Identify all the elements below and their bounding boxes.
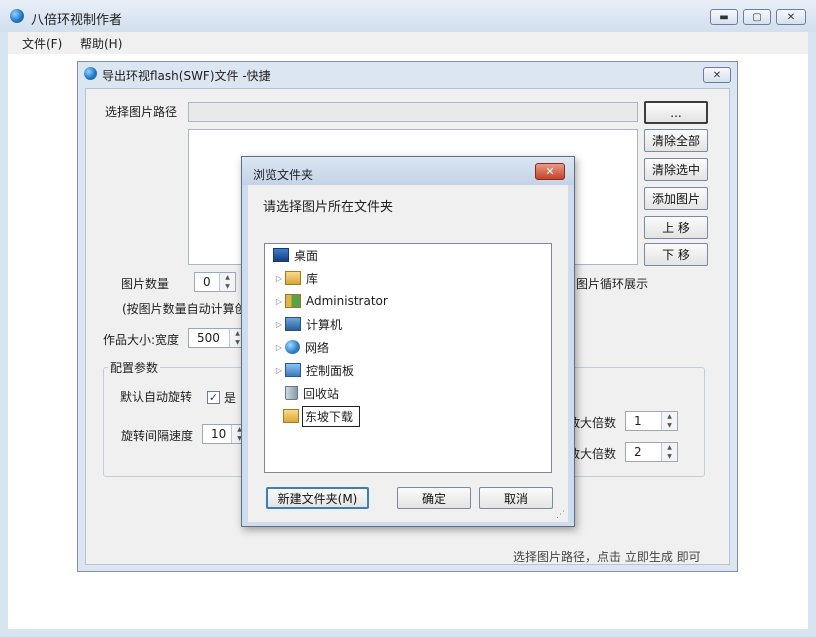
path-input[interactable] [188,102,638,122]
image-count-label: 图片数量 [121,277,170,291]
clear-selected-button[interactable]: 清除选中 [644,158,708,181]
zoom-stepper-1[interactable]: 1 ▲ ▼ [625,411,678,431]
tree-label-control-panel: 控制面板 [306,363,355,378]
zoom-arrows-1[interactable]: ▲ ▼ [661,412,677,430]
zoom-label-2: 放大倍数 [568,447,617,461]
tree-item-recycle-bin[interactable]: 回收站 [285,382,339,404]
zoom-label-1: 放大倍数 [568,416,617,430]
zoom-value-2: 2 [634,445,642,459]
minimize-button[interactable]: ▬ [710,9,738,25]
app-title: 八倍环视制作者 [31,13,123,28]
new-folder-button[interactable]: 新建文件夹(M) [266,487,369,509]
tree-item-library[interactable]: ▷ 库 [273,267,318,289]
child-title: 导出环视flash(SWF)文件 -快捷 [102,69,271,83]
tree-item-computer[interactable]: ▷ 计算机 [273,313,342,335]
tree-item-desktop[interactable]: 桌面 [273,244,318,266]
computer-icon [285,317,301,331]
expand-arrow-icon[interactable]: ▷ [273,366,285,375]
loop-label: 图片循环展示 [576,277,649,291]
menu-bar: 文件(F) 帮助(H) [8,32,808,54]
path-label: 选择图片路径 [105,105,178,119]
close-button[interactable]: ✕ [776,9,806,25]
maximize-button[interactable]: ▢ [743,9,771,25]
folder-tree[interactable]: 桌面 ▷ 库 ▷ Administrator ▷ 计算机 ▷ 网络 ▷ 控制面板… [264,243,552,473]
tree-label-library: 库 [306,271,319,286]
auto-rotate-yes-label: 是 [224,391,237,405]
child-globe-icon [84,67,97,80]
folder-rename-input[interactable]: 东坡下载 [302,405,361,427]
image-count-arrows[interactable]: ▲ ▼ [219,273,235,291]
dialog-prompt: 请选择图片所在文件夹 [263,200,394,215]
dialog-title-bar: 浏览文件夹 ✕ [242,157,574,185]
tree-label-desktop: 桌面 [294,248,319,263]
expand-arrow-icon[interactable]: ▷ [273,274,285,283]
rotate-speed-label: 旋转间隔速度 [121,429,194,443]
dialog-title: 浏览文件夹 [253,168,314,182]
move-down-button[interactable]: 下 移 [644,243,708,266]
dialog-body: 请选择图片所在文件夹 桌面 ▷ 库 ▷ Administrator ▷ 计算机 [248,185,568,522]
tree-label-network: 网络 [305,340,330,355]
app-globe-icon [10,9,24,23]
zoom-arrows-2[interactable]: ▲ ▼ [661,443,677,461]
main-title-bar: 八倍环视制作者 ▬ ▢ ✕ [0,0,816,32]
network-icon [285,340,300,354]
zoom-value-1: 1 [634,414,642,428]
auto-rotate-checkbox[interactable]: ✓ [207,391,220,404]
recycle-bin-icon [285,386,298,400]
move-up-button[interactable]: 上 移 [644,216,708,239]
tree-item-new-folder[interactable]: 东坡下载 [283,405,361,427]
tree-label-computer: 计算机 [306,317,343,332]
dialog-close-button[interactable]: ✕ [535,163,565,180]
desktop-icon [273,248,289,262]
browse-button[interactable]: ... [644,101,708,124]
image-count-stepper[interactable]: 0 ▲ ▼ [194,272,236,292]
control-panel-icon [285,363,301,377]
menu-file[interactable]: 文件(F) [22,35,62,52]
expand-arrow-icon[interactable]: ▷ [273,297,285,306]
menu-help[interactable]: 帮助(H) [80,35,122,52]
tree-label-recycle-bin: 回收站 [303,386,340,401]
config-label: 配置参数 [108,359,161,376]
width-stepper[interactable]: 500 ▲ ▼ [188,328,246,348]
library-icon [285,271,301,285]
footer-hint: 选择图片路径，点击 立即生成 即可 [513,550,701,564]
browse-folder-dialog: 浏览文件夹 ✕ 请选择图片所在文件夹 桌面 ▷ 库 ▷ Administrato… [241,156,575,527]
auto-calc-note: (按图片数量自动计算创 [122,302,247,316]
expand-arrow-icon[interactable]: ▷ [273,320,285,329]
cancel-button[interactable]: 取消 [479,487,553,509]
clear-all-button[interactable]: 清除全部 [644,129,708,152]
resize-grip-icon[interactable]: ⋰ [556,510,565,520]
child-close-button[interactable]: ✕ [703,67,731,83]
add-image-button[interactable]: 添加图片 [644,187,708,210]
width-value: 500 [197,331,220,345]
tree-item-control-panel[interactable]: ▷ 控制面板 [273,359,354,381]
ok-button[interactable]: 确定 [397,487,471,509]
auto-rotate-label: 默认自动旋转 [120,390,193,404]
tree-item-administrator[interactable]: ▷ Administrator [273,290,388,312]
size-label: 作品大小:宽度 [103,333,180,347]
expand-arrow-icon[interactable]: ▷ [273,343,285,352]
user-folder-icon [285,294,301,308]
image-count-value: 0 [203,275,211,289]
tree-item-network[interactable]: ▷ 网络 [273,336,329,358]
tree-label-administrator: Administrator [306,294,388,308]
folder-icon [283,409,299,423]
rotate-speed-value: 10 [211,427,227,441]
zoom-stepper-2[interactable]: 2 ▲ ▼ [625,442,678,462]
